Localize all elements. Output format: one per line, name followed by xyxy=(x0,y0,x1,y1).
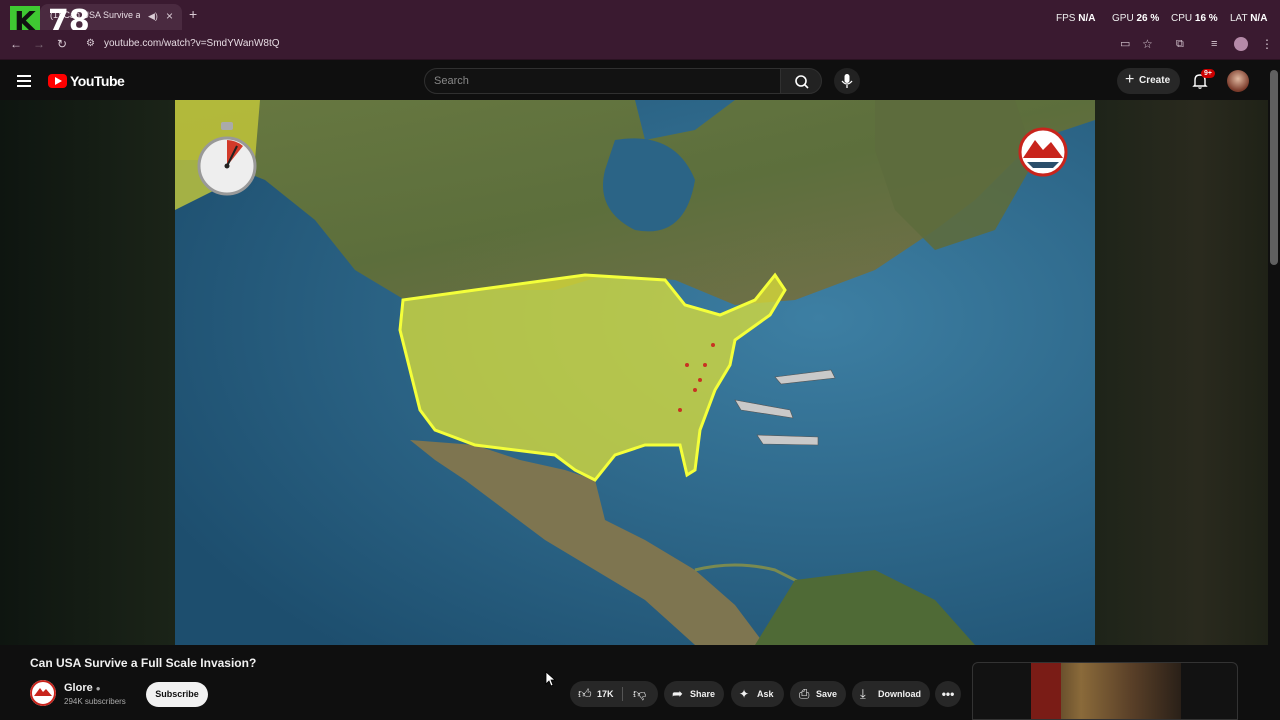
share-label: Share xyxy=(690,689,716,699)
more-actions-button[interactable]: ••• xyxy=(935,681,961,707)
hamburger-menu-icon[interactable] xyxy=(17,75,31,87)
search-button[interactable] xyxy=(780,68,822,94)
bookmark-star-icon[interactable]: ☆ xyxy=(1142,37,1153,51)
channel-name[interactable]: Glore ● xyxy=(64,682,101,694)
back-icon[interactable]: ← xyxy=(10,37,22,51)
profile-avatar-icon[interactable] xyxy=(1234,37,1248,51)
forward-icon[interactable]: → xyxy=(33,37,45,51)
notifications-button[interactable]: 9+ xyxy=(1191,69,1215,90)
cast-icon[interactable]: ▭ xyxy=(1120,37,1130,51)
search-input[interactable]: Search xyxy=(424,68,781,94)
video-player[interactable] xyxy=(175,100,1095,645)
channel-avatar[interactable] xyxy=(30,680,56,706)
cpu-readout: CPU 16 % xyxy=(1171,13,1218,24)
new-tab-icon[interactable]: + xyxy=(189,7,197,21)
channel-watermark-icon xyxy=(1018,127,1068,177)
close-tab-icon[interactable]: × xyxy=(166,9,173,23)
share-button[interactable]: ➦ Share xyxy=(664,681,724,707)
verified-icon: ● xyxy=(95,684,101,693)
create-button[interactable]: + Create xyxy=(1117,68,1180,94)
create-label: Create xyxy=(1139,75,1171,86)
thumbs-down-icon: 👎︎ xyxy=(633,686,647,701)
subscribe-button[interactable]: Subscribe xyxy=(146,682,208,707)
more-horizontal-icon: ••• xyxy=(941,687,955,701)
like-count: 17K xyxy=(597,689,614,699)
microphone-icon xyxy=(841,74,853,88)
ask-label: Ask xyxy=(757,689,774,699)
ambient-background-left xyxy=(0,100,175,645)
mouse-cursor-icon xyxy=(545,671,557,687)
search-icon xyxy=(795,75,809,89)
notification-badge: 9+ xyxy=(1201,69,1215,78)
bookmark-icon: ⎙ xyxy=(799,686,810,701)
fps-readout: FPS N/A xyxy=(1056,13,1096,24)
thumbs-up-icon: 👍︎ xyxy=(578,686,592,701)
video-title: Can USA Survive a Full Scale Invasion? xyxy=(30,656,257,670)
save-label: Save xyxy=(816,689,838,699)
download-label: Download xyxy=(878,689,921,699)
ask-button[interactable]: ✦ Ask xyxy=(731,681,784,707)
scrollbar-thumb[interactable] xyxy=(1270,70,1278,265)
save-button[interactable]: ⎙ Save xyxy=(790,681,846,707)
sparkle-icon: ✦ xyxy=(739,687,750,701)
download-icon: ⤓ xyxy=(860,686,866,701)
speaker-icon[interactable]: ◀) xyxy=(148,9,158,23)
voice-search-button[interactable] xyxy=(834,68,860,94)
browser-menu-icon[interactable]: ⋮ xyxy=(1261,37,1273,51)
subscriber-count: 294K subscribers xyxy=(64,697,126,706)
recommended-video-thumbnail[interactable] xyxy=(972,662,1238,720)
like-dislike-group: 👍︎ 17K 👎︎ xyxy=(570,681,658,707)
media-controls-icon[interactable]: ≡ xyxy=(1211,37,1217,51)
account-avatar[interactable] xyxy=(1227,70,1249,92)
map-frame xyxy=(175,100,1095,645)
divider xyxy=(622,687,623,701)
reload-icon[interactable]: ↻ xyxy=(57,37,67,51)
site-info-icon[interactable]: ⚙ xyxy=(86,37,95,51)
download-button[interactable]: ⤓ Download xyxy=(852,681,930,707)
search-placeholder: Search xyxy=(434,75,469,87)
extensions-icon[interactable]: ⧉ xyxy=(1176,37,1184,51)
url-field[interactable]: youtube.com/watch?v=SmdYWanW8tQ xyxy=(104,38,280,49)
gpu-readout: GPU 26 % xyxy=(1112,13,1160,24)
share-arrow-icon: ➦ xyxy=(672,686,683,701)
lat-readout: LAT N/A xyxy=(1230,13,1268,24)
youtube-logo-text[interactable]: YouTube xyxy=(70,73,125,89)
plus-icon: + xyxy=(1125,71,1135,88)
thumbnail-text-block xyxy=(1031,663,1061,719)
ambient-background-right xyxy=(1095,100,1268,645)
like-button[interactable]: 👍︎ 17K xyxy=(570,681,622,707)
youtube-logo-icon[interactable] xyxy=(48,74,67,88)
channel-logo-icon xyxy=(30,680,56,706)
dislike-button[interactable]: 👎︎ xyxy=(628,681,658,707)
